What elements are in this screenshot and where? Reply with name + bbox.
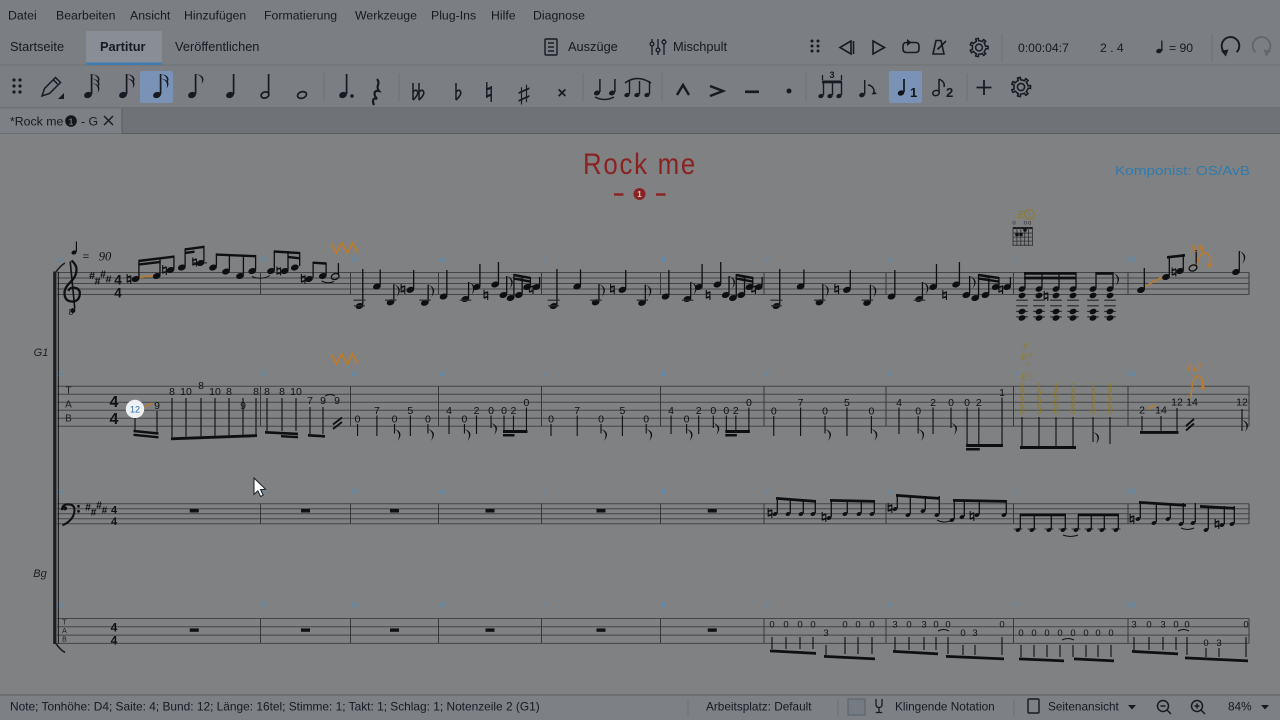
svg-text:1: 1 bbox=[910, 85, 917, 100]
svg-text:2: 2 bbox=[946, 85, 953, 100]
svg-text:Werkzeuge: Werkzeuge bbox=[355, 9, 417, 23]
svg-text:Veröffentlichen: Veröffentlichen bbox=[175, 39, 259, 54]
svg-text:1: 1 bbox=[69, 117, 74, 127]
svg-text:Ansicht: Ansicht bbox=[130, 9, 171, 23]
svg-text:Hilfe: Hilfe bbox=[491, 9, 516, 23]
svg-text:Datei: Datei bbox=[8, 9, 37, 23]
svg-text:Klingende Notation: Klingende Notation bbox=[895, 700, 995, 714]
svg-text:- G: - G bbox=[81, 115, 98, 129]
svg-text:3: 3 bbox=[829, 70, 834, 80]
svg-text:Partitur: Partitur bbox=[100, 39, 146, 54]
svg-text:Formatierung: Formatierung bbox=[264, 9, 337, 23]
svg-text:Mischpult: Mischpult bbox=[673, 39, 727, 54]
svg-text:Seitenansicht: Seitenansicht bbox=[1048, 700, 1120, 714]
svg-text:Diagnose: Diagnose bbox=[533, 9, 585, 23]
svg-text:Plug-Ins: Plug-Ins bbox=[431, 9, 476, 23]
svg-text:0:00:04:7: 0:00:04:7 bbox=[1018, 41, 1069, 55]
svg-text:Arbeitsplatz: Default: Arbeitsplatz: Default bbox=[706, 700, 812, 714]
svg-text:Bearbeiten: Bearbeiten bbox=[56, 9, 116, 23]
svg-text:×: × bbox=[557, 85, 566, 102]
svg-text:♯: ♯ bbox=[518, 81, 530, 108]
svg-text:Auszüge: Auszüge bbox=[568, 39, 618, 54]
svg-text:= 90: = 90 bbox=[1169, 41, 1193, 55]
svg-text:*Rock me: *Rock me bbox=[10, 115, 63, 129]
svg-text:84%: 84% bbox=[1228, 700, 1252, 714]
svg-text:2 . 4: 2 . 4 bbox=[1100, 41, 1124, 55]
svg-text:Note; Tonhöhe: D4; Saite: 4; B: Note; Tonhöhe: D4; Saite: 4; Bund: 12; L… bbox=[10, 700, 540, 714]
svg-text:Hinzufügen: Hinzufügen bbox=[184, 9, 246, 23]
svg-text:Startseite: Startseite bbox=[10, 39, 64, 54]
